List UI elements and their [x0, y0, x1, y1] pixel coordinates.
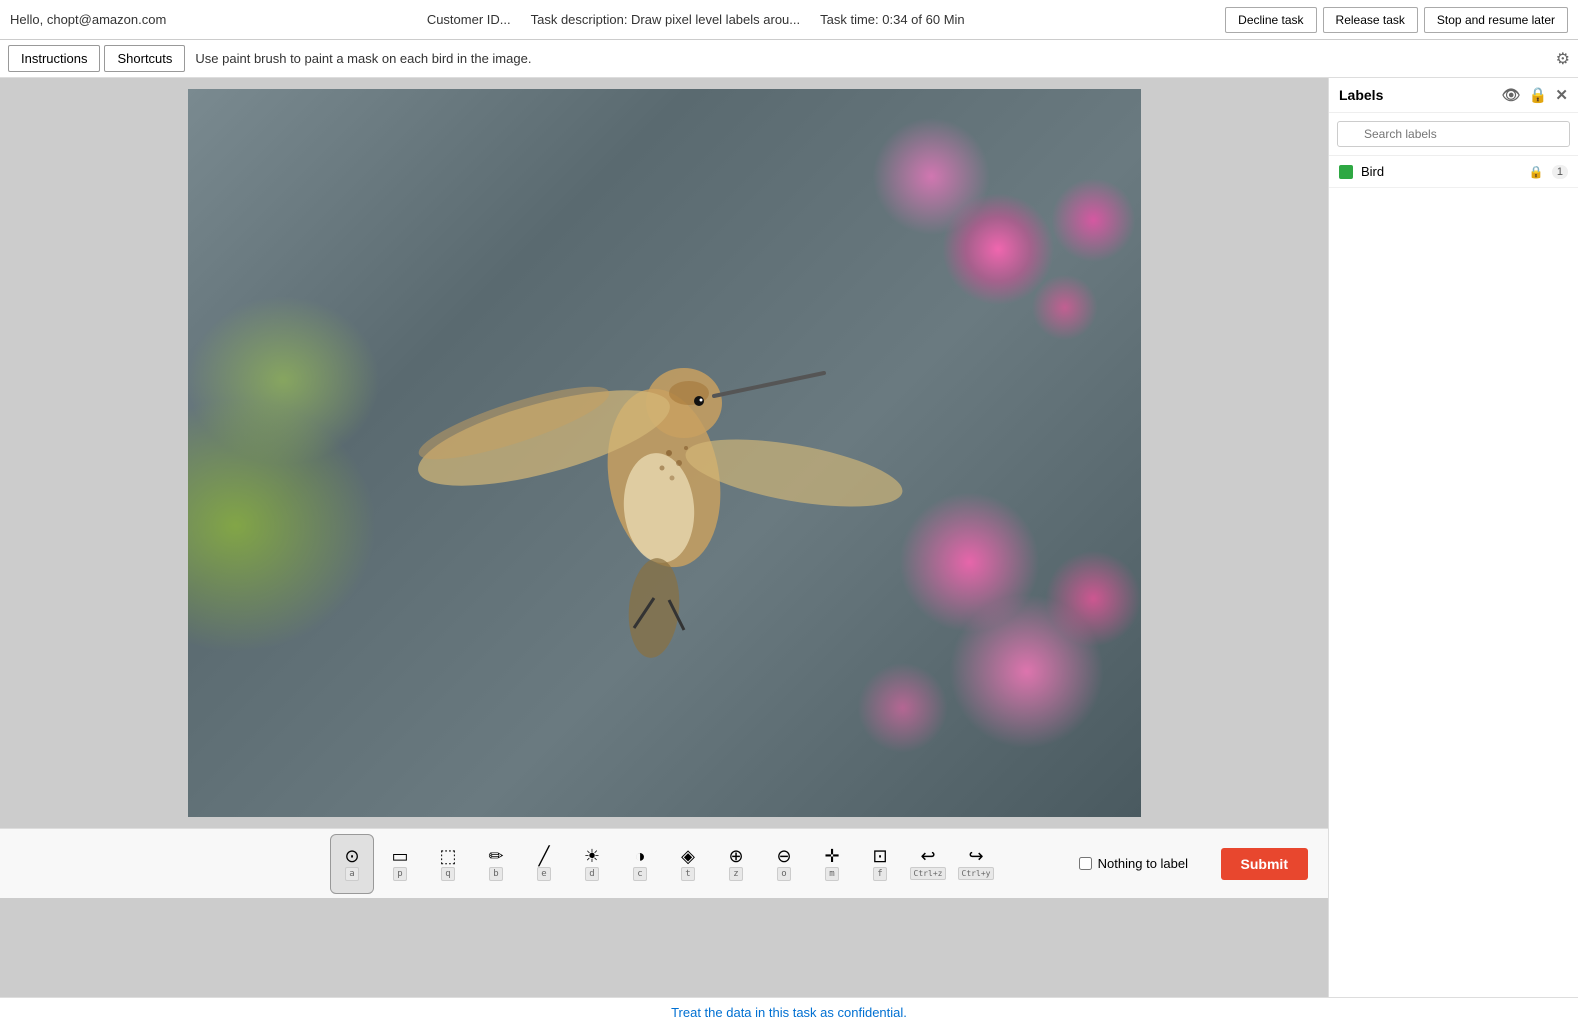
eraser-icon: ╱: [539, 847, 550, 865]
brush-icon: ✏: [488, 847, 503, 865]
search-labels-container: 🔍: [1329, 113, 1578, 156]
rect-select2-key: q: [441, 867, 454, 881]
rect-select2-icon: ⬚: [439, 847, 456, 865]
bottom-confidential-bar: Treat the data in this task as confident…: [0, 997, 1578, 1027]
instructions-tab[interactable]: Instructions: [8, 45, 100, 72]
canvas-wrapper: ⊙ a ▭ p ⬚ q ✏ b ╱ e: [0, 78, 1328, 997]
image-container[interactable]: [187, 88, 1142, 818]
label-list: Bird 🔒 1: [1329, 156, 1578, 188]
label-count-bird: 1: [1552, 165, 1568, 179]
hummingbird-image: [188, 89, 1141, 817]
fill-tool[interactable]: ◈ t: [666, 834, 710, 894]
header-bar: Hello, chopt@amazon.com Customer ID... T…: [0, 0, 1578, 40]
brightness-tool[interactable]: ☀ d: [570, 834, 614, 894]
contrast-tool[interactable]: ◑ c: [618, 834, 662, 894]
close-icon[interactable]: ✕: [1555, 86, 1568, 104]
rect-select-tool[interactable]: ▭ p: [378, 834, 422, 894]
redo-key: Ctrl+y: [958, 867, 995, 880]
stop-resume-button[interactable]: Stop and resume later: [1424, 7, 1568, 33]
toolbar-bar: Instructions Shortcuts Use paint brush t…: [0, 40, 1578, 78]
move-tool[interactable]: ✛ m: [810, 834, 854, 894]
release-task-button[interactable]: Release task: [1323, 7, 1418, 33]
right-panel: Labels 👁 🔒 ✕ 🔍 Bird 🔒 1: [1328, 78, 1578, 997]
eraser-tool[interactable]: ╱ e: [522, 834, 566, 894]
zoom-in-key: z: [729, 867, 742, 881]
fill-key: t: [681, 867, 694, 881]
bird-overlay: [414, 228, 914, 678]
undo-key: Ctrl+z: [910, 867, 947, 880]
task-description: Task description: Draw pixel level label…: [531, 12, 801, 27]
task-time: Task time: 0:34 of 60 Min: [820, 12, 965, 27]
circle-key: a: [345, 867, 358, 881]
redo-tool[interactable]: ↪ Ctrl+y: [954, 834, 998, 894]
undo-tool[interactable]: ↩ Ctrl+z: [906, 834, 950, 894]
brightness-icon: ☀: [584, 847, 600, 865]
nothing-to-label-checkbox[interactable]: [1079, 857, 1092, 870]
settings-icon[interactable]: ⚙: [1556, 49, 1570, 69]
confidential-text: Treat the data in this task as confident…: [671, 1005, 907, 1020]
zoom-in-icon: ⊕: [728, 847, 743, 865]
crop-key: f: [873, 867, 886, 881]
label-color-bird: [1339, 165, 1353, 179]
search-labels-input[interactable]: [1337, 121, 1570, 147]
contrast-icon: ◑: [635, 847, 646, 865]
instruction-text: Use paint brush to paint a mask on each …: [195, 51, 1551, 66]
brush-tool[interactable]: ✏ b: [474, 834, 518, 894]
header-buttons: Decline task Release task Stop and resum…: [1225, 7, 1568, 33]
submit-button[interactable]: Submit: [1221, 848, 1308, 880]
zoom-in-tool[interactable]: ⊕ z: [714, 834, 758, 894]
labels-header: Labels 👁 🔒 ✕: [1329, 78, 1578, 113]
rect-select-icon: ▭: [391, 847, 408, 865]
move-icon: ✛: [824, 847, 839, 865]
rect-select-key: p: [393, 867, 406, 881]
customer-id: Customer ID...: [427, 12, 511, 27]
circle-icon: ⊙: [344, 847, 359, 865]
label-item-bird[interactable]: Bird 🔒 1: [1329, 156, 1578, 188]
circle-tool[interactable]: ⊙ a: [330, 834, 374, 894]
task-info: Customer ID... Task description: Draw pi…: [186, 12, 1205, 27]
nothing-label-area: Nothing to label: [1079, 856, 1188, 871]
greeting-text: Hello, chopt@amazon.com: [10, 12, 166, 27]
zoom-out-icon: ⊖: [776, 847, 791, 865]
brightness-key: d: [585, 867, 598, 881]
lock-icon[interactable]: 🔒: [1529, 86, 1548, 104]
rect-select2-tool[interactable]: ⬚ q: [426, 834, 470, 894]
eraser-key: e: [537, 867, 550, 881]
decline-task-button[interactable]: Decline task: [1225, 7, 1316, 33]
shortcuts-tab[interactable]: Shortcuts: [104, 45, 185, 72]
move-key: m: [825, 867, 838, 881]
contrast-key: c: [633, 867, 646, 881]
crop-tool[interactable]: ⊡ f: [858, 834, 902, 894]
brush-key: b: [489, 867, 502, 881]
bottom-toolbar: ⊙ a ▭ p ⬚ q ✏ b ╱ e: [0, 828, 1328, 898]
labels-title: Labels: [1339, 87, 1502, 103]
eye-icon[interactable]: 👁: [1502, 86, 1521, 104]
undo-icon: ↩: [920, 847, 935, 865]
label-lock-bird: 🔒: [1529, 165, 1544, 179]
search-wrapper: 🔍: [1337, 121, 1570, 147]
fill-icon: ◈: [681, 847, 695, 865]
zoom-out-key: o: [777, 867, 790, 881]
labels-header-icons: 👁 🔒 ✕: [1502, 86, 1568, 104]
crop-icon: ⊡: [872, 847, 887, 865]
redo-icon: ↪: [968, 847, 983, 865]
label-name-bird: Bird: [1361, 164, 1521, 179]
nothing-to-label-label[interactable]: Nothing to label: [1098, 856, 1188, 871]
zoom-out-tool[interactable]: ⊖ o: [762, 834, 806, 894]
